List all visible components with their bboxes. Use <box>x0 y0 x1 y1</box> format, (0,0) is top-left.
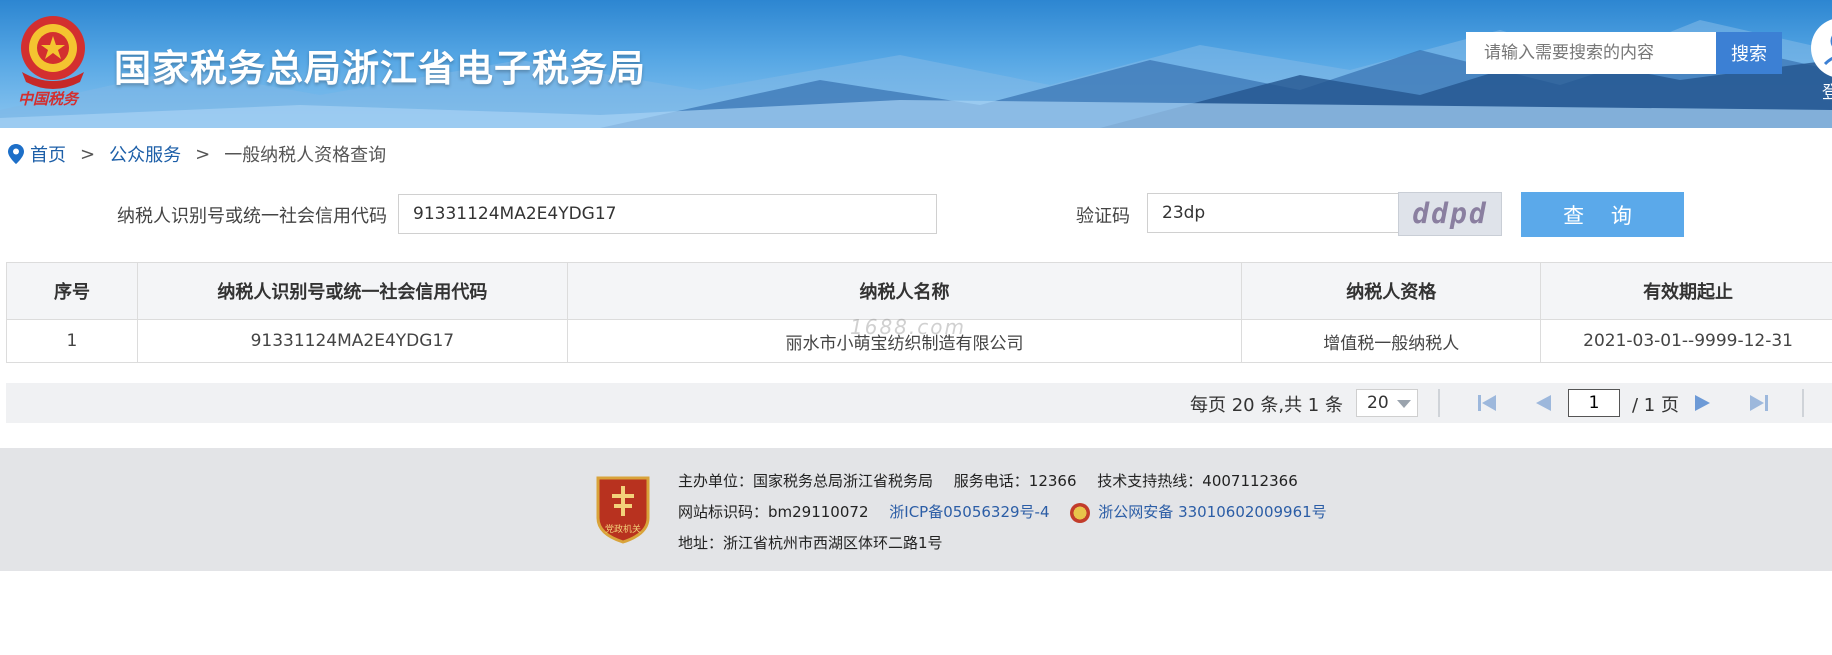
party-government-badge-icon[interactable]: 党政机关 <box>594 472 652 544</box>
footer-site-id: 网站标识码：bm29110072 <box>678 503 869 521</box>
site-title: 国家税务总局浙江省电子税务局 <box>114 47 646 90</box>
icp-record-link[interactable]: 浙ICP备05056329号-4 <box>889 503 1049 521</box>
column-header-qualification: 纳税人资格 <box>1241 262 1542 320</box>
current-page-input[interactable] <box>1568 389 1620 417</box>
breadcrumb-home-link[interactable]: 首页 <box>30 141 66 167</box>
last-page-icon[interactable] <box>1748 393 1770 413</box>
column-header-index: 序号 <box>6 262 138 320</box>
cell-taxpayer-id: 91331124MA2E4YDG17 <box>136 319 568 363</box>
breadcrumb-current: 一般纳税人资格查询 <box>224 145 387 166</box>
user-avatar-icon[interactable] <box>1811 18 1832 78</box>
footer-host: 主办单位：国家税务总局浙江省税务局 <box>678 472 934 490</box>
cell-qualification: 增值税一般纳税人 <box>1241 319 1542 363</box>
captcha-text: ddpd <box>1412 197 1488 230</box>
search-input[interactable] <box>1466 32 1716 74</box>
login-link[interactable]: 登 <box>1822 78 1832 103</box>
captcha-input[interactable] <box>1147 193 1402 233</box>
badge-text: 党政机关 <box>605 523 641 535</box>
table-row: 1 91331124MA2E4YDG17 丽水市小萌宝纺织制造有限公司 增值税一… <box>6 319 1832 363</box>
captcha-label: 验证码 <box>1076 206 1130 227</box>
page-size-select[interactable]: 20 <box>1356 389 1418 417</box>
breadcrumb-separator: > <box>80 143 96 165</box>
column-header-taxpayer-id: 纳税人识别号或统一社会信用代码 <box>136 262 568 320</box>
cell-index: 1 <box>6 319 138 363</box>
police-record-link[interactable]: 浙公网安备 33010602009961号 <box>1098 503 1326 521</box>
search-button[interactable]: 搜索 <box>1716 32 1782 74</box>
table-header-row: 序号 纳税人识别号或统一社会信用代码 纳税人名称 纳税人资格 有效期起止 <box>6 262 1832 320</box>
site-header: 中国税务 国家税务总局浙江省电子税务局 搜索 登 <box>0 0 1832 128</box>
pager-divider <box>1438 389 1440 417</box>
pagination-bar: 每页 20 条,共 1 条 20 / 1 页 <box>6 383 1832 423</box>
result-table: 序号 纳税人识别号或统一社会信用代码 纳税人名称 纳税人资格 有效期起止 1 9… <box>6 262 1832 363</box>
footer-registration-line: 网站标识码：bm29110072 浙ICP备05056329号-4 浙公网安备 … <box>678 501 1343 523</box>
site-footer: 党政机关 主办单位：国家税务总局浙江省税务局 服务电话：12366 技术支持热线… <box>0 448 1832 571</box>
pager-divider <box>1802 389 1804 417</box>
total-pages: / 1 页 <box>1632 395 1679 416</box>
location-pin-icon <box>8 144 24 164</box>
column-header-validity: 有效期起止 <box>1540 262 1832 320</box>
query-button[interactable]: 查 询 <box>1521 192 1684 237</box>
taxpayer-id-label: 纳税人识别号或统一社会信用代码 <box>117 206 387 227</box>
pagination-info: 每页 20 条,共 1 条 <box>1190 395 1343 416</box>
police-badge-icon <box>1070 502 1091 523</box>
first-page-icon[interactable] <box>1476 393 1498 413</box>
taxpayer-id-input[interactable] <box>398 194 937 234</box>
next-page-icon[interactable] <box>1692 393 1714 413</box>
cell-validity: 2021-03-01--9999-12-31 <box>1540 319 1832 363</box>
column-header-taxpayer-name: 纳税人名称 <box>566 262 1243 320</box>
footer-address: 地址：浙江省杭州市西湖区体环二路1号 <box>678 534 943 552</box>
breadcrumb-public-service-link[interactable]: 公众服务 <box>109 141 181 167</box>
footer-contact-line: 主办单位：国家税务总局浙江省税务局 服务电话：12366 技术支持热线：4007… <box>678 470 1314 491</box>
page-size-value: 20 <box>1367 393 1389 413</box>
captcha-image[interactable]: ddpd <box>1398 192 1502 236</box>
footer-support: 技术支持热线：4007112366 <box>1097 472 1298 490</box>
previous-page-icon[interactable] <box>1532 393 1554 413</box>
breadcrumb: 首页 > 公众服务 > 一般纳税人资格查询 <box>8 141 386 167</box>
emblem-caption: 中国税务 <box>18 90 79 108</box>
footer-phone: 服务电话：12366 <box>953 472 1077 490</box>
breadcrumb-separator: > <box>195 143 211 165</box>
chevron-down-icon <box>1397 400 1411 408</box>
cell-taxpayer-name: 丽水市小萌宝纺织制造有限公司 <box>566 319 1243 363</box>
